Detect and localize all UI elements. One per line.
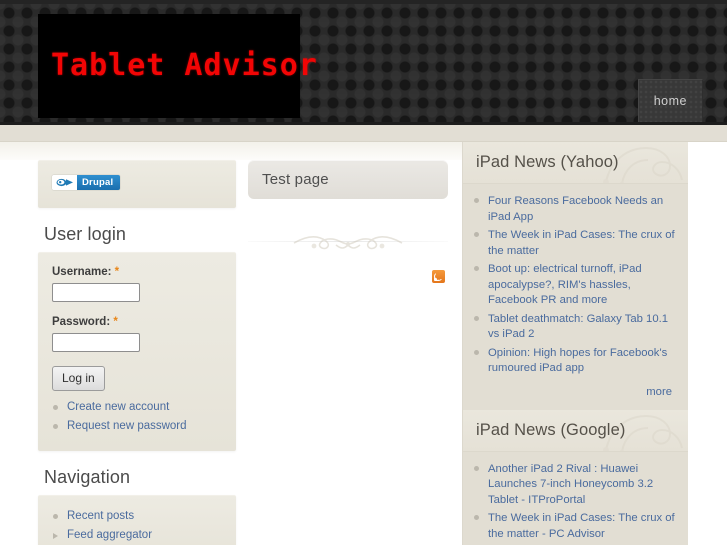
navigation-body: Recent posts Feed aggregator <box>38 495 236 545</box>
google-news-list: Another iPad 2 Rival : Huawei Launches 7… <box>474 461 678 545</box>
list-item: Opinion: High hopes for Facebook's rumou… <box>474 345 678 376</box>
page-root: Tablet Advisor home Drupal User login Us… <box>0 0 727 545</box>
news-link[interactable]: Tablet deathmatch: Galaxy Tab 10.1 vs iP… <box>488 313 668 341</box>
yahoo-block-body: Four Reasons Facebook Needs an iPad App … <box>463 184 688 410</box>
sidebar-left: Drupal User login Username: * Password: … <box>38 160 236 545</box>
sidebar-right: iPad News (Yahoo) Four Reasons Facebook … <box>462 142 688 545</box>
list-item: The Week in iPad Cases: The crux of the … <box>474 510 678 541</box>
sidebar-item-recent-posts[interactable]: Recent posts <box>67 510 134 522</box>
triangle-right-icon[interactable] <box>53 533 58 539</box>
username-label: Username: * <box>52 266 222 278</box>
news-link[interactable]: Another iPad 2 Rival : Huawei Launches 7… <box>488 463 653 506</box>
page-title-box: Test page <box>248 160 448 199</box>
navigation-title: Navigation <box>44 467 131 487</box>
main-content: Test page <box>248 160 448 283</box>
drupal-block-body: Drupal <box>38 160 236 208</box>
list-item: Another iPad 2 Rival : Huawei Launches 7… <box>474 461 678 508</box>
password-label-text: Password: <box>52 316 111 328</box>
password-label: Password: * <box>52 316 222 328</box>
nav-tab-home[interactable]: home <box>637 79 703 122</box>
rss-feed-icon[interactable] <box>432 270 445 283</box>
header-inner: Tablet Advisor home <box>0 4 727 122</box>
bullet-leaf-icon <box>474 465 479 471</box>
site-title: Tablet Advisor <box>51 48 318 83</box>
news-link[interactable]: Boot up: electrical turnoff, iPad apocal… <box>488 263 642 306</box>
user-login-body: Username: * Password: * Log in Create ne… <box>38 252 236 451</box>
google-block-header: iPad News (Google) <box>463 409 688 452</box>
site-logo[interactable]: Tablet Advisor <box>38 14 317 118</box>
block-navigation: Navigation Recent posts Feed aggregator <box>38 467 236 545</box>
list-item: The Week in iPad Cases: The crux of the … <box>474 227 678 258</box>
header-bottom-strip <box>0 125 727 142</box>
bullet-leaf-icon <box>474 232 479 237</box>
list-item: Request new password <box>52 419 222 434</box>
log-in-button[interactable]: Log in <box>52 366 105 391</box>
username-label-text: Username: <box>52 266 112 278</box>
primary-navigation: home <box>637 79 703 122</box>
feed-icon-row <box>248 270 448 283</box>
yahoo-more-row: more <box>474 379 678 402</box>
more-link[interactable]: more <box>646 386 672 398</box>
page-title: Test page <box>262 171 329 188</box>
list-item: Four Reasons Facebook Needs an iPad App <box>474 193 678 224</box>
bullet-leaf-icon <box>474 349 479 355</box>
flourish-divider-icon <box>248 232 448 252</box>
list-item: Recent posts <box>52 509 222 524</box>
bullet-leaf-icon <box>474 266 479 271</box>
yahoo-news-list: Four Reasons Facebook Needs an iPad App … <box>474 193 678 376</box>
sidebar-item-feed-aggregator[interactable]: Feed aggregator <box>67 529 152 541</box>
news-link[interactable]: The Week in iPad Cases: The crux of the … <box>488 512 675 540</box>
login-links-list: Create new account Request new password <box>52 400 222 434</box>
password-required-icon: * <box>113 316 118 328</box>
block-ipad-news-google: iPad News (Google) Another iPad 2 Rival … <box>463 409 688 545</box>
password-input[interactable] <box>52 333 140 352</box>
drupal-badge-link[interactable]: Drupal <box>52 175 121 190</box>
drupal-drop-icon <box>52 175 77 190</box>
block-user-login: User login Username: * Password: * Log i… <box>38 224 236 451</box>
block-ipad-news-yahoo: iPad News (Yahoo) Four Reasons Facebook … <box>463 142 688 410</box>
request-new-password-link[interactable]: Request new password <box>67 420 187 432</box>
username-input[interactable] <box>52 283 140 302</box>
list-item: Feed aggregator <box>52 528 222 543</box>
yahoo-block-title: iPad News (Yahoo) <box>476 153 619 171</box>
bullet-leaf-icon <box>474 198 479 203</box>
news-link[interactable]: Four Reasons Facebook Needs an iPad App <box>488 195 663 223</box>
bullet-leaf-icon <box>53 514 58 519</box>
create-new-account-link[interactable]: Create new account <box>67 401 169 413</box>
username-required-icon: * <box>114 266 120 278</box>
yahoo-block-header: iPad News (Yahoo) <box>463 142 688 184</box>
list-item: Boot up: electrical turnoff, iPad apocal… <box>474 261 678 308</box>
bullet-leaf-icon <box>53 424 58 429</box>
news-link[interactable]: The Week in iPad Cases: The crux of the … <box>488 229 675 257</box>
page-right-margin <box>688 142 727 545</box>
user-login-title: User login <box>44 224 127 244</box>
bullet-leaf-icon <box>474 515 479 520</box>
rss-arc-outer <box>434 272 443 281</box>
google-block-body: Another iPad 2 Rival : Huawei Launches 7… <box>463 452 688 545</box>
site-header: Tablet Advisor home <box>0 0 727 125</box>
list-item: Tablet deathmatch: Galaxy Tab 10.1 vs iP… <box>474 311 678 342</box>
bullet-leaf-icon <box>474 315 479 321</box>
bullet-leaf-icon <box>53 405 58 410</box>
block-drupal-badge: Drupal <box>38 160 236 208</box>
navigation-menu: Recent posts Feed aggregator <box>52 509 222 543</box>
drupal-badge-label: Drupal <box>77 175 121 190</box>
google-block-title: iPad News (Google) <box>476 420 626 439</box>
news-link[interactable]: Opinion: High hopes for Facebook's rumou… <box>488 347 667 375</box>
list-item: Create new account <box>52 400 222 415</box>
